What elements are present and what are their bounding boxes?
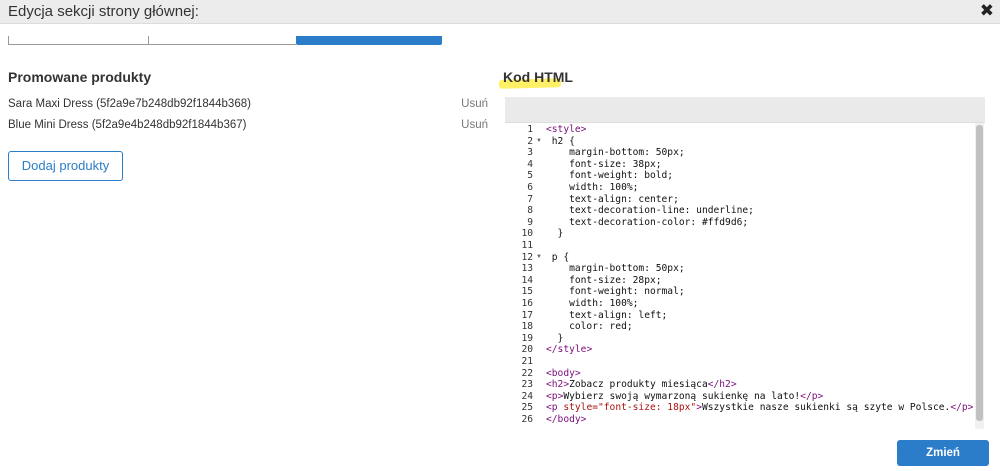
line-number: 21 xyxy=(521,356,533,367)
code-line: } xyxy=(546,332,564,344)
add-products-button[interactable]: Dodaj produkty xyxy=(8,151,123,181)
line-number: 6 xyxy=(527,182,533,193)
product-row: Sara Maxi Dress (5f2a9e7b248db92f1844b36… xyxy=(8,98,488,114)
line-number: 20 xyxy=(521,344,533,356)
remove-product-link[interactable]: Usuń xyxy=(461,119,488,131)
code-line: <p>Wybierz swoją wymarzoną sukienkę na l… xyxy=(546,390,824,402)
line-number: 8 xyxy=(527,205,533,217)
line-number: 2 xyxy=(527,135,533,147)
line-number: 14 xyxy=(521,274,533,286)
tab-2[interactable] xyxy=(148,36,296,45)
line-number: 26 xyxy=(521,414,533,425)
code-line: <body> xyxy=(546,367,581,379)
line-number: 5 xyxy=(527,170,533,182)
code-line: </style> xyxy=(546,344,593,356)
code-line: width: 100%; xyxy=(546,182,639,193)
fold-arrow-icon[interactable]: ▼ xyxy=(536,252,542,264)
code-line: color: red; xyxy=(546,321,633,333)
line-number: 13 xyxy=(521,263,533,275)
line-number: 19 xyxy=(521,332,533,344)
code-line: <h2>Zobacz produkty miesiąca</h2> xyxy=(546,379,737,391)
code-line: font-weight: bold; xyxy=(546,170,674,182)
line-number: 16 xyxy=(521,298,533,309)
line-number: 17 xyxy=(521,309,533,321)
code-editor[interactable]: 1 2 ▼ 3 4 5 6 7 8 9 10 11 12 ▼ 13 14 15 16 17 18 19 20 21 22 23 2… xyxy=(505,122,985,429)
line-number: 10 xyxy=(521,228,533,240)
code-line: text-align: left; xyxy=(546,309,668,321)
product-row: Blue Mini Dress (5f2a9e4b248db92f1844b36… xyxy=(8,119,488,135)
line-number: 15 xyxy=(521,286,533,298)
editor-scrollbar[interactable] xyxy=(975,123,984,429)
promoted-products-title: Promowane produkty xyxy=(8,69,152,85)
tab-3-active[interactable] xyxy=(296,36,442,45)
tab-1[interactable] xyxy=(8,36,148,45)
code-line: <style> xyxy=(546,124,587,135)
html-code-title: Kod HTML xyxy=(503,69,573,85)
code-line: </body> xyxy=(546,414,587,425)
code-area[interactable]: <style> h2 { margin-bottom: 50px; font-s… xyxy=(546,123,973,429)
line-number: 9 xyxy=(527,216,533,228)
code-line: } xyxy=(546,228,564,240)
code-line: margin-bottom: 50px; xyxy=(546,263,685,275)
product-name: Sara Maxi Dress (5f2a9e7b248db92f1844b36… xyxy=(8,98,251,110)
line-number: 12 xyxy=(521,251,533,263)
line-number: 18 xyxy=(521,321,533,333)
line-number: 24 xyxy=(521,390,533,402)
code-line: h2 { xyxy=(546,135,575,147)
code-editor-container: 1 2 ▼ 3 4 5 6 7 8 9 10 11 12 ▼ 13 14 15 16 17 18 19 20 21 22 23 2… xyxy=(505,97,985,429)
code-line: font-size: 38px; xyxy=(546,158,662,170)
code-line: font-size: 28px; xyxy=(546,274,662,286)
modal-header: Edycja sekcji strony głównej: ✖ xyxy=(0,0,1000,24)
code-line: text-decoration-line: underline; xyxy=(546,205,754,217)
code-line: text-align: center; xyxy=(546,193,679,205)
close-icon[interactable]: ✖ xyxy=(980,1,994,21)
line-number: 25 xyxy=(521,402,533,414)
line-number: 7 xyxy=(527,193,533,205)
submit-button[interactable]: Zmień xyxy=(897,440,989,466)
line-number: 3 xyxy=(527,147,533,159)
scrollbar-thumb[interactable] xyxy=(976,125,983,421)
code-line: font-weight: normal; xyxy=(546,286,685,298)
code-line: p { xyxy=(546,251,570,263)
code-line: <p style="font-size: 18px">Wszystkie nas… xyxy=(546,402,974,414)
fold-arrow-icon[interactable]: ▼ xyxy=(536,136,542,148)
remove-product-link[interactable]: Usuń xyxy=(461,98,488,110)
product-name: Blue Mini Dress (5f2a9e4b248db92f1844b36… xyxy=(8,119,247,131)
line-number: 23 xyxy=(521,379,533,391)
code-line: width: 100%; xyxy=(546,298,639,309)
line-number: 1 xyxy=(527,124,533,135)
tab-bar xyxy=(8,36,442,45)
line-number-gutter: 1 2 ▼ 3 4 5 6 7 8 9 10 11 12 ▼ 13 14 15 16 17 18 19 20 21 22 23 2… xyxy=(505,123,543,429)
code-line: text-decoration-color: #ffd9d6; xyxy=(546,216,749,228)
line-number: 4 xyxy=(527,158,533,170)
modal-title: Edycja sekcji strony głównej: xyxy=(8,3,199,20)
code-line: margin-bottom: 50px; xyxy=(546,147,685,159)
line-number: 22 xyxy=(521,367,533,379)
line-number: 11 xyxy=(521,240,533,251)
